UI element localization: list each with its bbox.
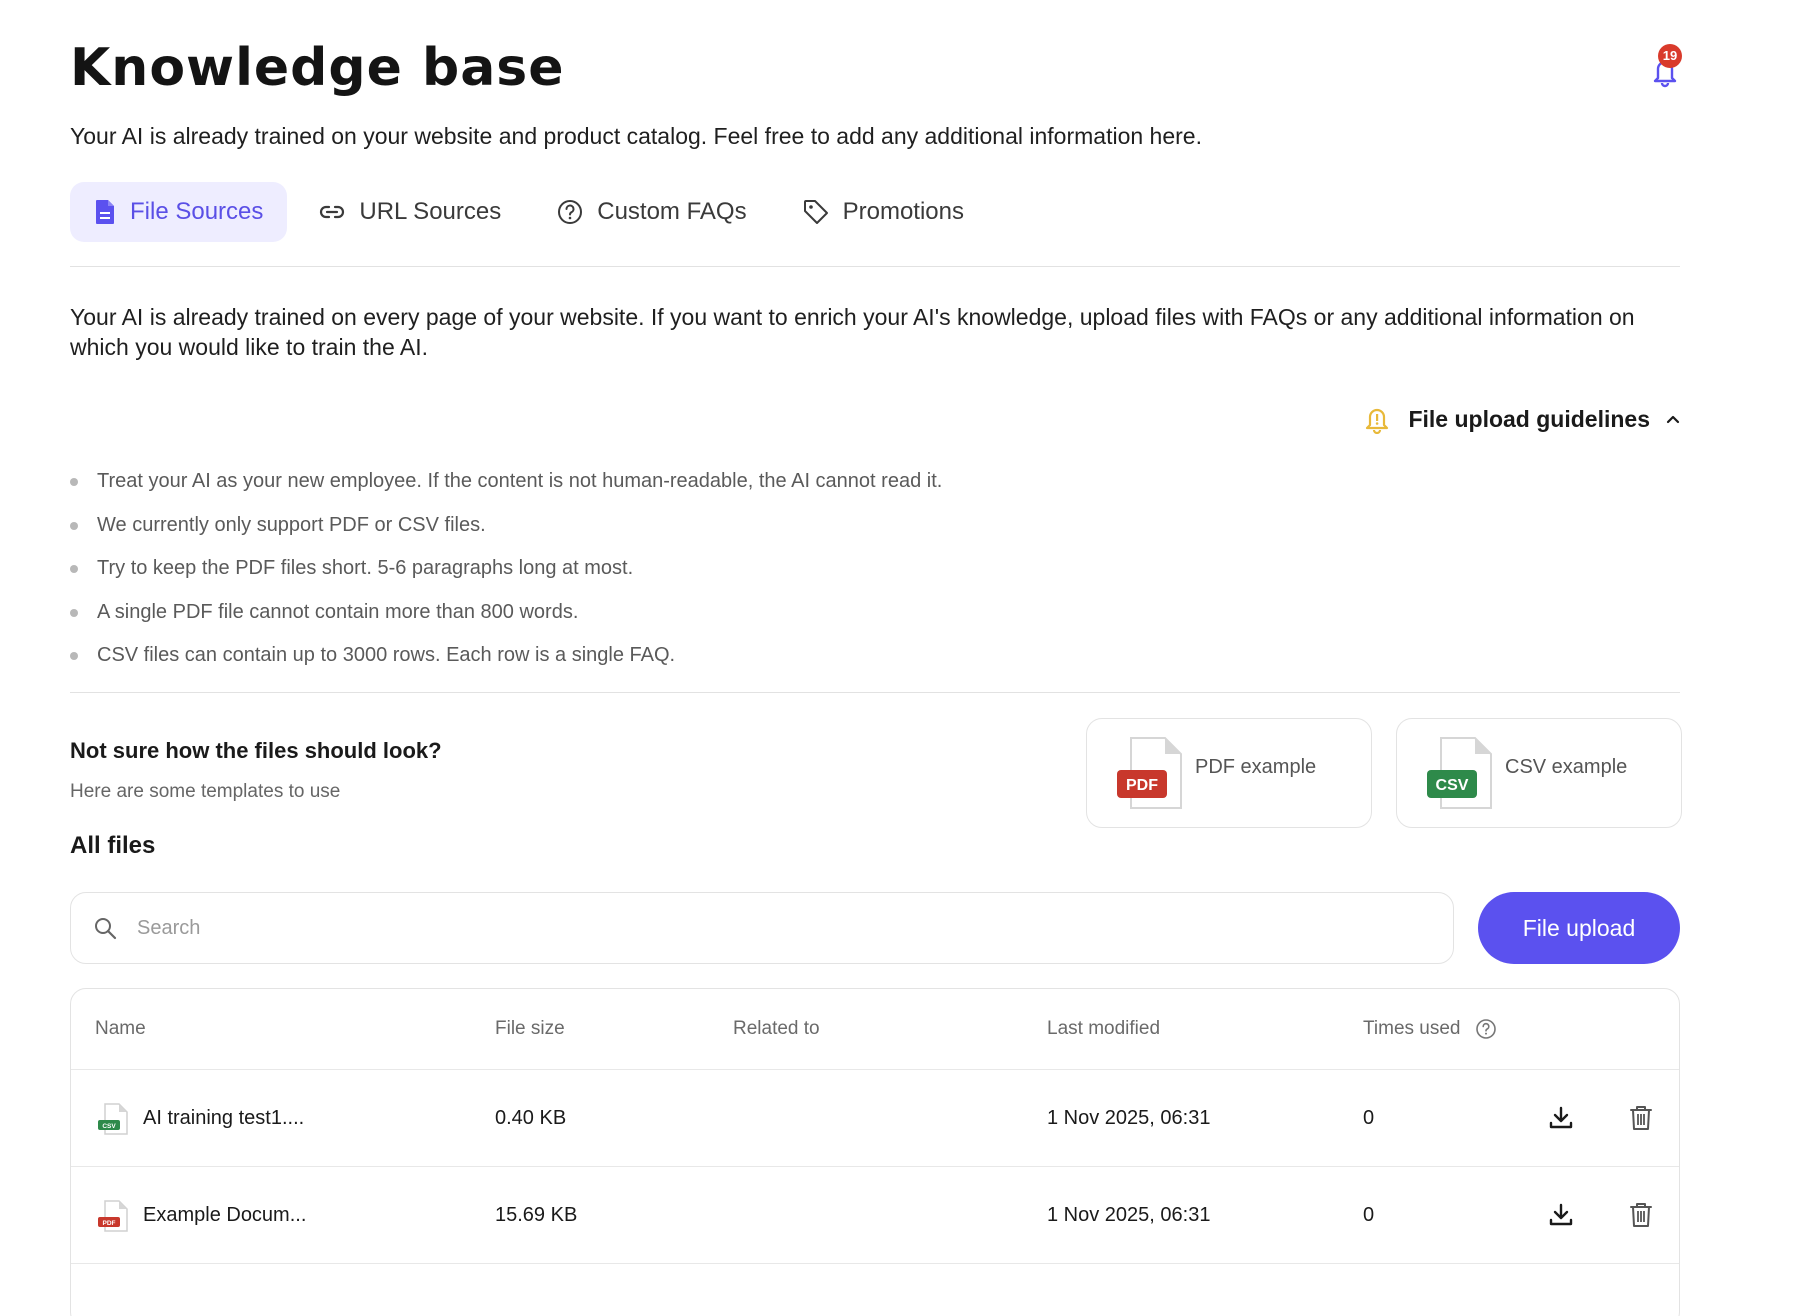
csv-example-card[interactable]: CSV CSV example <box>1396 718 1682 828</box>
file-type-badge: CSV <box>102 1123 116 1130</box>
csv-file-icon: CSV <box>98 1103 128 1135</box>
tag-icon <box>803 200 828 224</box>
csv-example-label: CSV example <box>1505 755 1628 778</box>
csv-file-icon: CSV <box>1427 737 1492 809</box>
download-icon[interactable] <box>1547 1201 1575 1229</box>
guidelines-list: Treat your AI as your new employee. If t… <box>70 466 942 684</box>
list-item: We currently only support PDF or CSV fil… <box>70 510 942 554</box>
pdf-example-label: PDF example <box>1195 755 1317 778</box>
file-type-badge: PDF <box>103 1220 116 1227</box>
files-table: Name File size Related to Last modified … <box>70 988 1680 1316</box>
column-header-related-to[interactable]: Related to <box>733 989 820 1069</box>
list-item: A single PDF file cannot contain more th… <box>70 597 942 641</box>
intro-text: Your AI is already trained on every page… <box>70 304 1635 360</box>
tab-promotions[interactable]: Promotions <box>779 182 988 242</box>
trash-icon[interactable] <box>1627 1201 1655 1229</box>
knowledge-base-page: Knowledge base 19 Your AI is already tra… <box>70 0 1682 1316</box>
link-icon <box>320 205 345 219</box>
search-box <box>70 892 1454 964</box>
tab-label: File Sources <box>130 198 264 225</box>
divider <box>70 266 1680 267</box>
times-used: 0 <box>1363 1204 1375 1226</box>
tab-bar: File Sources URL Sources Custom FAQs Pro… <box>70 182 996 242</box>
page-subtitle: Your AI is already trained on your websi… <box>70 123 1202 149</box>
document-icon <box>96 200 114 224</box>
list-item: CSV files can contain up to 3000 rows. E… <box>70 640 942 684</box>
help-circle-icon[interactable] <box>1475 1018 1497 1040</box>
table-row[interactable]: PDF Example Docum... 15.69 KB 1 Nov 2025… <box>71 1167 1679 1264</box>
column-header-last-modified[interactable]: Last modified <box>1047 989 1160 1069</box>
file-name[interactable]: AI training test1.... <box>143 1070 304 1166</box>
tab-label: Custom FAQs <box>597 198 747 225</box>
divider <box>70 692 1680 693</box>
file-upload-button[interactable]: File upload <box>1478 892 1680 964</box>
warning-bell-icon <box>1366 408 1389 434</box>
chevron-up-icon <box>1666 415 1680 424</box>
tab-url-sources[interactable]: URL Sources <box>295 182 525 242</box>
file-size: 15.69 KB <box>495 1204 578 1226</box>
last-modified: 1 Nov 2025, 06:31 <box>1047 1107 1211 1129</box>
pdf-badge: PDF <box>1126 777 1158 794</box>
pdf-file-icon: PDF <box>98 1200 128 1232</box>
list-item: Try to keep the PDF files short. 5-6 par… <box>70 553 942 597</box>
guidelines-title: File upload guidelines <box>1408 405 1650 432</box>
csv-badge: CSV <box>1436 777 1469 794</box>
page-title: Knowledge base <box>70 38 565 98</box>
guidelines-toggle[interactable]: File upload guidelines <box>1364 404 1680 434</box>
search-input[interactable] <box>137 916 1337 940</box>
download-icon[interactable] <box>1547 1104 1575 1132</box>
column-header-name[interactable]: Name <box>95 989 146 1069</box>
all-files-heading: All files <box>70 832 156 859</box>
pdf-file-icon: PDF <box>1117 737 1182 809</box>
file-size: 0.40 KB <box>495 1107 567 1129</box>
tab-custom-faqs[interactable]: Custom FAQs <box>533 182 770 242</box>
trash-icon[interactable] <box>1627 1104 1655 1132</box>
tab-label: URL Sources <box>359 198 502 225</box>
times-used: 0 <box>1363 1107 1375 1129</box>
table-row[interactable]: CSV AI training test1.... 0.40 KB 1 Nov … <box>71 1070 1679 1167</box>
pdf-example-card[interactable]: PDF PDF example <box>1086 718 1372 828</box>
question-circle-icon <box>558 200 583 224</box>
templates-subheading: Here are some templates to use <box>70 781 341 802</box>
search-icon <box>95 918 117 940</box>
templates-heading: Not sure how the files should look? <box>70 738 442 763</box>
column-header-file-size[interactable]: File size <box>495 989 565 1069</box>
list-item: Treat your AI as your new employee. If t… <box>70 466 942 510</box>
tab-file-sources[interactable]: File Sources <box>70 182 288 242</box>
file-name[interactable]: Example Docum... <box>143 1167 306 1263</box>
notification-badge: 19 <box>1658 44 1682 68</box>
column-header-times-used[interactable]: Times used <box>1363 989 1461 1069</box>
last-modified: 1 Nov 2025, 06:31 <box>1047 1204 1211 1226</box>
tab-label: Promotions <box>842 198 964 225</box>
